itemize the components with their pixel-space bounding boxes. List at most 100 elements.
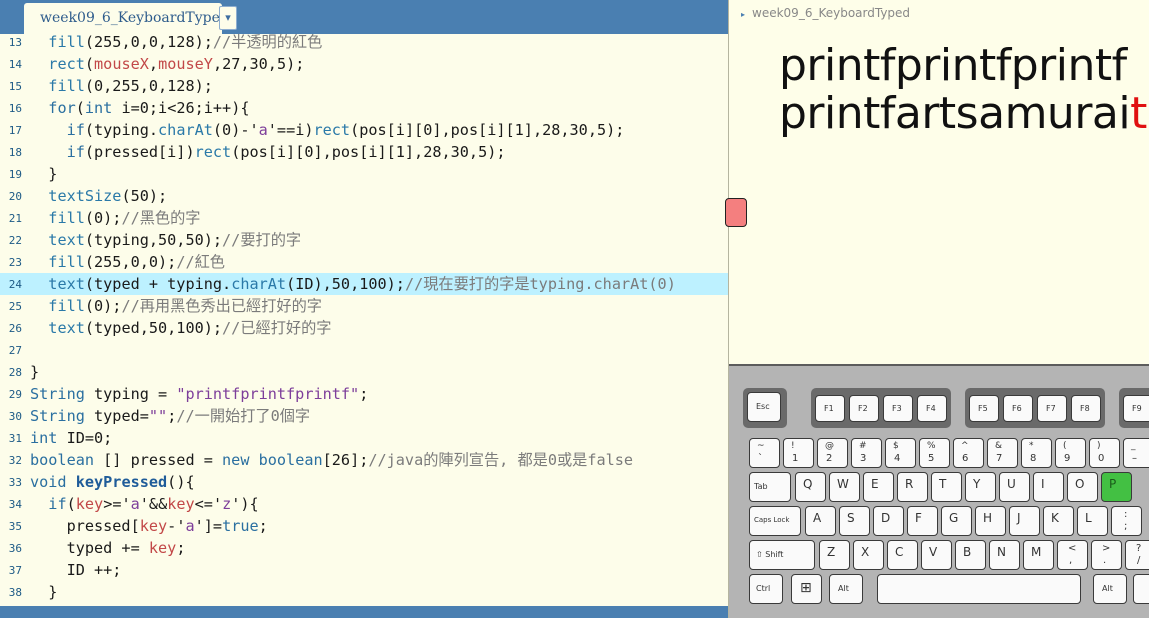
code-token: fill	[48, 297, 85, 315]
key-label: R	[905, 477, 914, 491]
key-alt-right: Alt	[1093, 574, 1127, 604]
key-num-8: * 8	[1021, 438, 1052, 468]
key-label: L	[1085, 511, 1092, 525]
code-line[interactable]: 25 fill(0);//再用黑色秀出已經打好的字	[0, 295, 728, 317]
code-line[interactable]: 22 text(typing,50,50);//要打的字	[0, 229, 728, 251]
tab-sketch[interactable]: week09_6_KeyboardTyped	[24, 3, 229, 34]
key-label: 7	[996, 453, 1003, 464]
key-label: P	[1109, 477, 1117, 491]
code-line[interactable]: 32 boolean [] pressed = new boolean[26];/…	[0, 449, 728, 471]
code-token: mouseX	[94, 55, 149, 73]
code-line[interactable]: 16 for(int i=0;i<26;i++){	[0, 97, 728, 119]
key-b: B	[955, 540, 986, 570]
line-number: 13	[8, 36, 22, 49]
code-line[interactable]: 31 int ID=0;	[0, 427, 728, 449]
key-label: >	[1102, 543, 1111, 554]
sketch-window: ▸ week09_6_KeyboardTyped printfprintfprin…	[725, 0, 1149, 618]
code-token: textSize	[48, 187, 122, 205]
code-token: //要打的字	[222, 231, 302, 249]
code-text: text(typed + typing.charAt(ID),50,100);/…	[30, 273, 676, 295]
code-line[interactable]: 20 textSize(50);	[0, 185, 728, 207]
key-num-1: ! 1	[783, 438, 814, 468]
line-number: 38	[8, 586, 22, 599]
code-line[interactable]: 38 }	[0, 581, 728, 603]
line-number: 25	[8, 300, 22, 313]
code-line[interactable]: 37 ID ++;	[0, 559, 728, 581]
code-token: (typed + typing.	[84, 275, 232, 293]
code-token: for	[48, 99, 76, 117]
code-token: fill	[48, 253, 85, 271]
code-line[interactable]: 13 fill(255,0,0,128);//半透明的紅色	[0, 31, 728, 53]
key-label: 9	[1064, 453, 1071, 464]
key-v: V	[921, 540, 952, 570]
code-line[interactable]: 21 fill(0);//黑色的字	[0, 207, 728, 229]
code-lines[interactable]: 13 fill(255,0,0,128);//半透明的紅色 14 rect(mou…	[0, 31, 728, 603]
key-label: Tab	[754, 482, 768, 491]
code-line[interactable]: 26 text(typed,50,100);//已經打好的字	[0, 317, 728, 339]
key-label: –	[1132, 453, 1137, 464]
line-number: 37	[8, 564, 22, 577]
key-label: *	[1029, 441, 1034, 451]
key-f: F	[907, 506, 938, 536]
key-f7: F7	[1037, 395, 1067, 422]
code-line[interactable]: 14 rect(mouseX,mouseY,27,30,5);	[0, 53, 728, 75]
code-token: '){	[231, 495, 259, 513]
code-line[interactable]: 17 if(typing.charAt(0)-'a'==i)rect(pos[i…	[0, 119, 728, 141]
code-line[interactable]: 18 if(pressed[i])rect(pos[i][0],pos[i][1…	[0, 141, 728, 163]
code-line[interactable]: 27	[0, 339, 728, 361]
code-editor[interactable]: week09_6_KeyboardTyped ▾ 13 fill(255,0,0…	[0, 0, 728, 618]
key-windows: ⊞	[791, 574, 822, 604]
code-line[interactable]: 24 text(typed + typing.charAt(ID),50,100…	[0, 273, 728, 295]
sketch-canvas[interactable]: printfprintfprintf printfartsamurait	[725, 30, 1149, 364]
code-line[interactable]: 29 String typing = "printfprintfprintf";	[0, 383, 728, 405]
code-text: if(key>='a'&&key<='z'){	[30, 493, 259, 515]
tab-menu-button[interactable]: ▾	[219, 6, 237, 30]
code-line[interactable]: 30 String typed="";//一開始打了0個字	[0, 405, 728, 427]
key-label: /	[1137, 555, 1141, 566]
code-text: fill(0);//再用黑色秀出已經打好的字	[30, 295, 322, 317]
code-text: fill(255,0,0);//紅色	[30, 251, 225, 273]
code-token: ,	[148, 55, 159, 73]
code-token: text	[48, 231, 85, 249]
key-label: ?	[1136, 543, 1142, 554]
key-label: 8	[1030, 453, 1037, 464]
code-token: ID=0;	[57, 429, 113, 447]
code-line[interactable]: 19 }	[0, 163, 728, 185]
code-token: typed=	[84, 407, 149, 425]
code-token: ;	[258, 517, 268, 535]
code-token: int	[30, 429, 58, 447]
code-line[interactable]: 28}	[0, 361, 728, 383]
code-line[interactable]: 23 fill(255,0,0);//紅色	[0, 251, 728, 273]
line-number: 20	[8, 190, 22, 203]
code-line[interactable]: 15 fill(0,255,0,128);	[0, 75, 728, 97]
key-q: Q	[795, 472, 826, 502]
key-label: )	[1097, 441, 1101, 451]
key-i: I	[1033, 472, 1064, 502]
line-number: 15	[8, 80, 22, 93]
horizontal-scrollbar[interactable]	[0, 606, 728, 618]
code-line[interactable]: 36 typed += key;	[0, 537, 728, 559]
code-line[interactable]: 35 pressed[key-'a']=true;	[0, 515, 728, 537]
code-token: (0);	[84, 209, 122, 227]
key-label: Ctrl	[756, 584, 771, 593]
key-label: 2	[826, 453, 833, 464]
key-y: Y	[965, 472, 996, 502]
key-label: C	[895, 545, 904, 559]
code-line[interactable]: 34 if(key>='a'&&key<='z'){	[0, 493, 728, 515]
code-token: }	[30, 165, 58, 183]
code-text: int ID=0;	[30, 427, 112, 449]
code-token: ']=	[194, 517, 223, 535]
key-label: $	[893, 441, 899, 451]
code-token: (0,255,0,128);	[84, 77, 213, 95]
key-label: F6	[1012, 404, 1022, 413]
key-label: D	[881, 511, 891, 525]
line-number: 16	[8, 102, 22, 115]
code-line[interactable]: 33 void keyPressed(){	[0, 471, 728, 493]
line-number: 29	[8, 388, 22, 401]
key-label: 6	[962, 453, 969, 464]
code-token: i=0;i<26;i++){	[112, 99, 250, 117]
code-token: int	[84, 99, 113, 117]
key-label: Z	[827, 545, 836, 559]
